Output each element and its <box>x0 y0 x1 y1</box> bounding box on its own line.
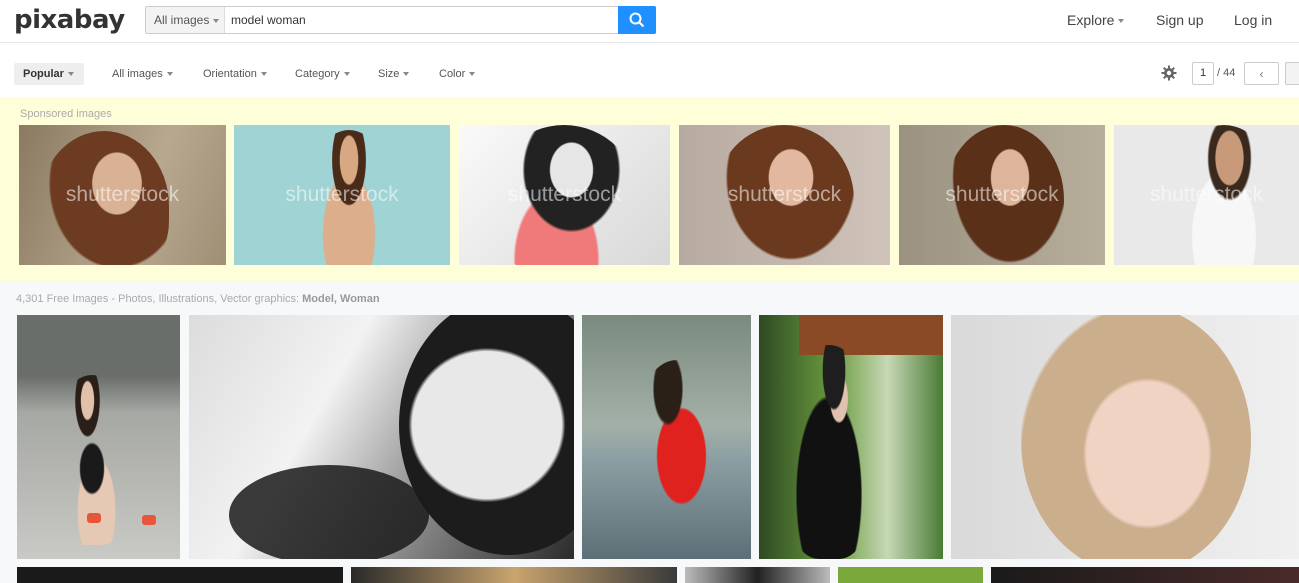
category-filter[interactable]: Category <box>295 68 350 80</box>
sponsored-image[interactable]: shutterstock <box>1114 125 1299 265</box>
sponsored-image[interactable]: shutterstock <box>679 125 890 265</box>
watermark: shutterstock <box>285 183 399 206</box>
search-box: All images <box>145 6 656 34</box>
search-type-dropdown[interactable]: All images <box>146 7 225 33</box>
results-terms: Model, Woman <box>302 293 380 305</box>
search-input[interactable] <box>225 7 619 33</box>
results-prefix: 4,301 Free Images - Photos, Illustration… <box>16 293 303 305</box>
watermark: shutterstock <box>727 183 842 206</box>
page-number-input[interactable]: 1 <box>1192 62 1214 85</box>
result-image[interactable] <box>951 315 1299 559</box>
sponsored-image[interactable]: shutterstock <box>899 125 1105 265</box>
next-page-button[interactable] <box>1285 62 1299 85</box>
result-image[interactable] <box>759 315 943 559</box>
filter-toolbar: Popular All images Orientation Category … <box>0 43 1299 97</box>
chevron-down-icon <box>1118 19 1125 24</box>
size-label: Size <box>378 68 400 80</box>
result-image[interactable] <box>351 567 677 583</box>
size-filter[interactable]: Size <box>378 68 410 80</box>
sponsored-image[interactable]: shutterstock <box>459 125 670 265</box>
sponsored-section: Sponsored images shutterstock shuttersto… <box>0 97 1299 281</box>
page-total: / 44 <box>1217 67 1236 79</box>
prev-page-button[interactable]: ‹ <box>1244 62 1279 85</box>
results-count: 4,301 Free Images - Photos, Illustration… <box>16 293 380 305</box>
orientation-label: Orientation <box>203 68 257 80</box>
result-image[interactable] <box>17 567 343 583</box>
search-button[interactable] <box>618 6 656 34</box>
chevron-down-icon <box>469 72 476 77</box>
chevron-down-icon <box>343 72 350 77</box>
search-icon <box>629 12 645 28</box>
sponsored-image[interactable]: shutterstock <box>234 125 450 265</box>
all-images-label: All images <box>112 68 163 80</box>
chevron-down-icon <box>403 72 410 77</box>
sort-popular-dropdown[interactable]: Popular <box>14 63 84 85</box>
watermark: shutterstock <box>945 183 1059 206</box>
watermark: shutterstock <box>507 183 622 206</box>
orientation-filter[interactable]: Orientation <box>203 68 267 80</box>
sponsored-label: Sponsored images <box>20 108 112 120</box>
chevron-down-icon <box>260 72 267 77</box>
signup-link[interactable]: Sign up <box>1156 12 1203 28</box>
result-image[interactable] <box>685 567 830 583</box>
all-images-filter[interactable]: All images <box>112 68 173 80</box>
chevron-down-icon <box>166 72 173 77</box>
result-image[interactable] <box>17 315 180 559</box>
top-header: pixabay All images Explore Sign up Log i… <box>0 0 1299 43</box>
watermark: shutterstock <box>65 183 180 206</box>
sort-label: Popular <box>23 68 64 80</box>
pixabay-logo[interactable]: pixabay <box>14 5 125 35</box>
explore-label: Explore <box>1067 12 1115 28</box>
result-image[interactable] <box>838 567 983 583</box>
sponsored-image[interactable]: shutterstock <box>19 125 226 265</box>
chevron-down-icon <box>213 18 220 23</box>
explore-menu[interactable]: Explore <box>1067 12 1125 28</box>
result-image[interactable] <box>582 315 751 559</box>
watermark: shutterstock <box>1149 183 1264 206</box>
chevron-down-icon <box>67 72 74 77</box>
color-label: Color <box>439 68 466 80</box>
login-link[interactable]: Log in <box>1234 12 1272 28</box>
result-image[interactable] <box>991 567 1299 583</box>
color-filter[interactable]: Color <box>439 68 476 80</box>
gear-icon[interactable] <box>1161 65 1177 81</box>
result-image[interactable] <box>189 315 574 559</box>
category-label: Category <box>295 68 340 80</box>
search-type-label: All images <box>154 13 210 27</box>
